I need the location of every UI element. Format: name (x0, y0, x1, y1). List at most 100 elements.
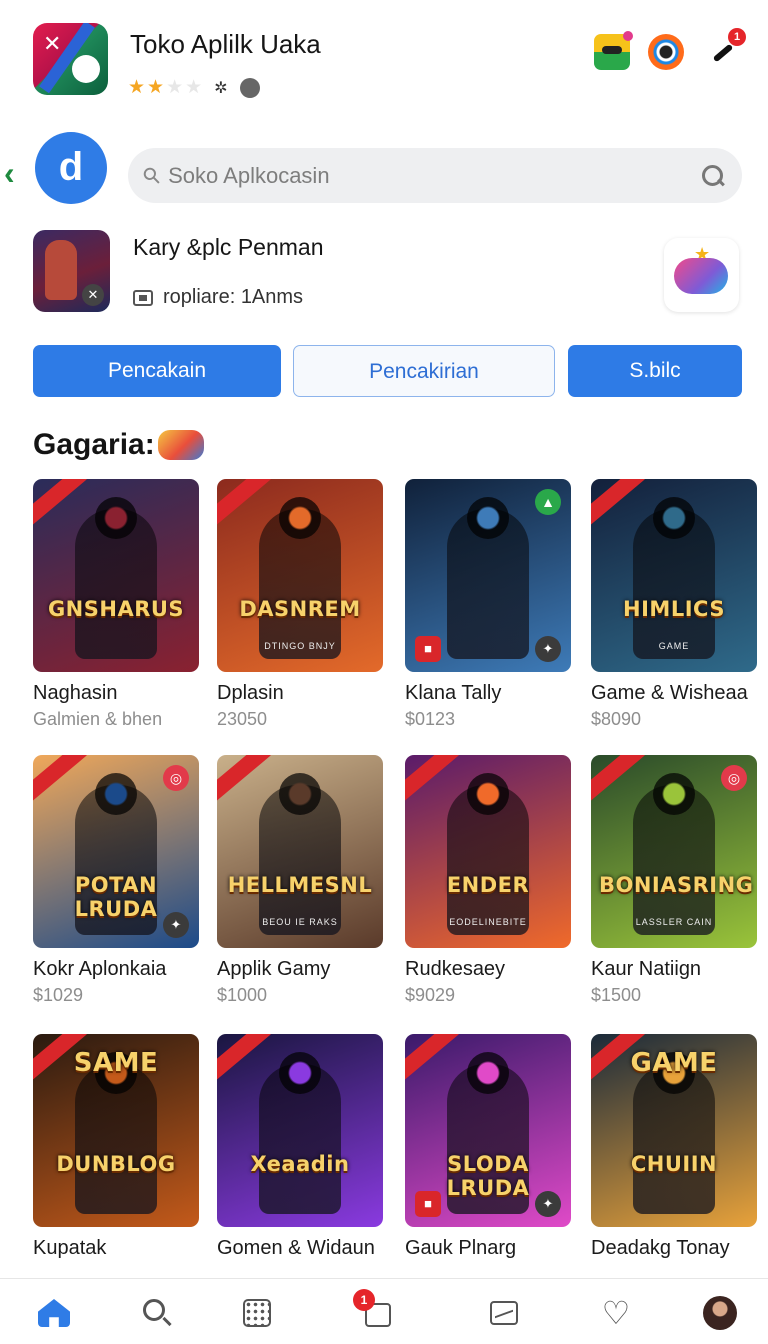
star-empty-icon: ★ (166, 77, 184, 98)
game-name[interactable]: Kaur Natiign (591, 958, 757, 981)
hero-head (279, 773, 321, 815)
hero-head (279, 497, 321, 539)
corner-badge-icon[interactable]: ◎ (721, 765, 747, 791)
pin-dot (623, 31, 633, 41)
lens-icon[interactable] (648, 34, 684, 70)
hero-head (279, 1052, 321, 1094)
game-name[interactable]: Applik Gamy (217, 958, 383, 981)
search-icon[interactable] (137, 1293, 177, 1333)
game-card[interactable]: HELLMESNL BEOU IE RAKS Applik Gamy $1000 (217, 755, 383, 1006)
game-card[interactable]: POTAN LRUDA ◎ ✦ Kokr Aplonkaia $1029 (33, 755, 199, 1006)
featured-title[interactable]: Kary &plc Penman (133, 234, 323, 261)
brush-stroke (712, 43, 734, 63)
game-sublogo-text: SAME (73, 1048, 159, 1078)
game-name[interactable]: Rudkesaey (405, 958, 571, 981)
avatar[interactable] (700, 1293, 740, 1333)
nav-badge: 1 (353, 1289, 375, 1311)
game-logo-text: BONIASRING (599, 873, 754, 897)
game-cover-art[interactable]: ENDER EODELINEBITE (405, 755, 571, 948)
game-cover-art[interactable]: HIMLICS GAME (591, 479, 757, 672)
hero-head (467, 773, 509, 815)
ribbon-tag (217, 1034, 271, 1086)
ribbon-tag (217, 479, 271, 531)
ribbon-tag (405, 1034, 459, 1086)
featured-side-app[interactable]: ★ (664, 238, 739, 312)
game-cover-art[interactable]: ▲ ■ ✦ (405, 479, 571, 672)
search-bar[interactable]: ⚲ (128, 148, 742, 203)
back-chevron-icon[interactable]: ‹ (4, 156, 24, 190)
game-price: $0123 (405, 709, 456, 729)
game-name[interactable]: Dplasin (217, 682, 383, 705)
game-name[interactable]: Game & Wisheaa (591, 682, 757, 705)
game-cover-art[interactable]: HELLMESNL BEOU IE RAKS (217, 755, 383, 948)
game-card[interactable]: GNSHARUS Naghasin Galmien & bhen (33, 479, 199, 730)
avatar-image (703, 1296, 737, 1330)
ribbon-tag (33, 479, 87, 531)
brand-avatar[interactable]: d (35, 132, 107, 204)
brush-icon[interactable]: 1 (704, 28, 746, 70)
game-logo-text: Xeaadin (250, 1152, 350, 1176)
game-cover-art[interactable]: BONIASRING LASSLER CAIN ◎ (591, 755, 757, 948)
game-card[interactable]: Xeaadin Gomen & Widaun (217, 1034, 383, 1260)
game-name[interactable]: Gomen & Widaun (217, 1237, 383, 1260)
game-name[interactable]: Kokr Aplonkaia (33, 958, 199, 981)
tertiary-button[interactable]: S.bilc (568, 345, 742, 397)
game-cover-art[interactable]: GNSHARUS (33, 479, 199, 672)
ribbon-tag (33, 755, 87, 807)
info-dot-icon (239, 77, 260, 98)
game-card[interactable]: BONIASRING LASSLER CAIN ◎ Kaur Natiign $1500 (591, 755, 757, 1006)
game-cover-art[interactable]: CHUIIN GAME (591, 1034, 757, 1227)
search-ring (143, 1299, 165, 1321)
game-logo-text: HIMLICS (623, 597, 725, 621)
home-icon[interactable] (34, 1293, 74, 1333)
gallery-icon[interactable] (484, 1293, 524, 1333)
game-name[interactable]: Gauk Plnarg (405, 1237, 571, 1260)
heart-icon[interactable]: ♡ (596, 1293, 636, 1333)
game-card[interactable]: SLODA LRUDA ■ ✦ Gauk Plnarg (405, 1034, 571, 1260)
featured-thumbnail[interactable]: ✕ (33, 230, 110, 312)
game-cover-art[interactable]: Xeaadin (217, 1034, 383, 1227)
game-cover-art[interactable]: DASNREM DTINGO BNJY (217, 479, 383, 672)
featured-subtitle: ropliare: 1Anms (133, 286, 303, 309)
game-card[interactable]: ▲ ■ ✦ Klana Tally $0123 (405, 479, 571, 730)
key-icon: ⚲ (137, 160, 167, 190)
corner-badge-icon[interactable]: ▲ (535, 489, 561, 515)
game-name[interactable]: Klana Tally (405, 682, 571, 705)
game-sublogo-text: BEOU IE RAKS (262, 917, 338, 927)
section-emoji-icon (158, 430, 204, 460)
search-icon[interactable] (700, 163, 726, 189)
app-title: Toko Aplilk Uaka (130, 29, 321, 59)
app-logo[interactable]: ✕ (33, 23, 108, 95)
game-name[interactable]: Naghasin (33, 682, 199, 705)
primary-button[interactable]: Pencakain (33, 345, 281, 397)
game-cover-art[interactable]: POTAN LRUDA ◎ ✦ (33, 755, 199, 948)
logo-cross: ✕ (43, 31, 62, 56)
game-card[interactable]: ENDER EODELINEBITE Rudkesaey $9029 (405, 755, 571, 1006)
hero-head (95, 773, 137, 815)
game-cover-art[interactable]: DUNBLOG SAME (33, 1034, 199, 1227)
hero-head (95, 497, 137, 539)
game-card[interactable]: HIMLICS GAME Game & Wisheaa $8090 (591, 479, 757, 730)
game-price: 23050 (217, 709, 268, 729)
secondary-button[interactable]: Pencakirian (293, 345, 555, 397)
ribbon-tag (405, 755, 459, 807)
ribbon-tag (217, 755, 271, 807)
game-logo-text: DASNREM (239, 597, 361, 621)
game-card[interactable]: DASNREM DTINGO BNJY Dplasin 23050 (217, 479, 383, 730)
app-header: ✕ Toko Aplilk Uaka ★ ★ ★ ★ ✲ 1 (0, 0, 768, 120)
close-icon[interactable]: ✕ (82, 284, 104, 306)
game-card[interactable]: CHUIIN GAME Deadakg Tonay (591, 1034, 757, 1260)
hero-head (467, 497, 509, 539)
image-icon (133, 289, 153, 306)
search-input[interactable] (168, 162, 700, 189)
game-cover-art[interactable]: SLODA LRUDA ■ ✦ (405, 1034, 571, 1227)
game-card[interactable]: DUNBLOG SAME Kupatak (33, 1034, 199, 1260)
game-icon[interactable] (594, 31, 633, 70)
game-name[interactable]: Kupatak (33, 1237, 199, 1260)
game-name[interactable]: Deadakg Tonay (591, 1237, 757, 1260)
game-sublogo-text: GAME (658, 641, 690, 651)
logo-bubble (72, 55, 100, 83)
bag-icon[interactable]: 1 (353, 1289, 397, 1333)
apps-grid-icon[interactable] (237, 1293, 277, 1333)
corner-badge-icon[interactable]: ◎ (163, 765, 189, 791)
